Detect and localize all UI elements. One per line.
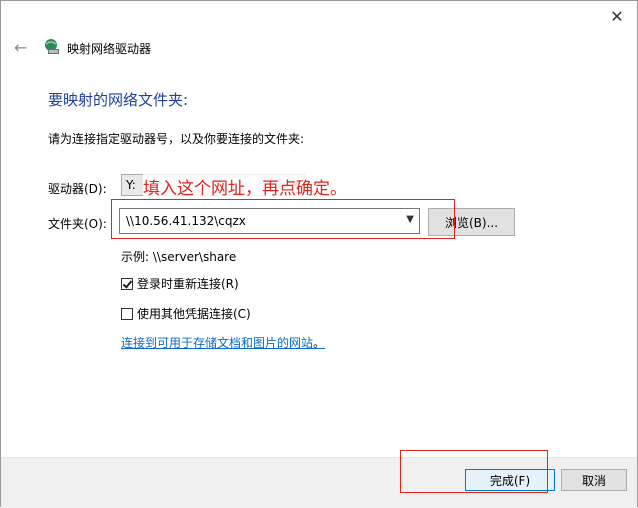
close-button[interactable]: ✕ [597, 1, 637, 31]
reconnect-label[interactable]: 登录时重新连接(R) [137, 275, 239, 292]
browse-button[interactable]: 浏览(B)... [428, 208, 515, 236]
annotation-text: 填入这个网址，再点确定。 [143, 174, 347, 199]
folder-label: 文件夹(O): [48, 217, 107, 231]
drive-label: 驱动器(D): [48, 182, 107, 196]
page-heading: 要映射的网络文件夹: [48, 91, 189, 109]
back-arrow-icon[interactable]: ← [14, 38, 27, 57]
website-link-row[interactable]: 连接到可用于存储文档和图片的网站。 [121, 334, 325, 351]
link-suffix: 。 [313, 336, 326, 350]
website-link[interactable]: 连接到可用于存储文档和图片的网站 [121, 336, 313, 350]
drive-selected-value: Y: [126, 178, 136, 192]
folder-value: \\10.56.41.132\cqzx [126, 214, 246, 228]
reconnect-option[interactable]: 登录时重新连接(R) [121, 275, 239, 292]
cancel-button[interactable]: 取消 [561, 469, 627, 491]
map-network-drive-dialog: ✕ ← 映射网络驱动器 要映射的网络文件夹: 请为连接指定驱动器号，以及你要连接… [0, 0, 638, 508]
close-icon: ✕ [610, 6, 624, 26]
folder-combobox[interactable]: \\10.56.41.132\cqzx ▼ [119, 208, 420, 234]
other-credentials-checkbox[interactable] [121, 307, 133, 320]
other-credentials-label[interactable]: 使用其他凭据连接(C) [137, 305, 251, 322]
chevron-down-icon[interactable]: ▼ [406, 214, 414, 225]
other-credentials-option[interactable]: 使用其他凭据连接(C) [121, 305, 251, 322]
reconnect-checkbox[interactable] [121, 277, 133, 290]
window-title: 映射网络驱动器 [67, 42, 152, 56]
finish-button[interactable]: 完成(F) [465, 469, 555, 491]
network-drive-icon [45, 39, 59, 54]
instruction-text: 请为连接指定驱动器号，以及你要连接的文件夹: [48, 132, 305, 146]
example-text: 示例: \\server\share [121, 250, 237, 264]
